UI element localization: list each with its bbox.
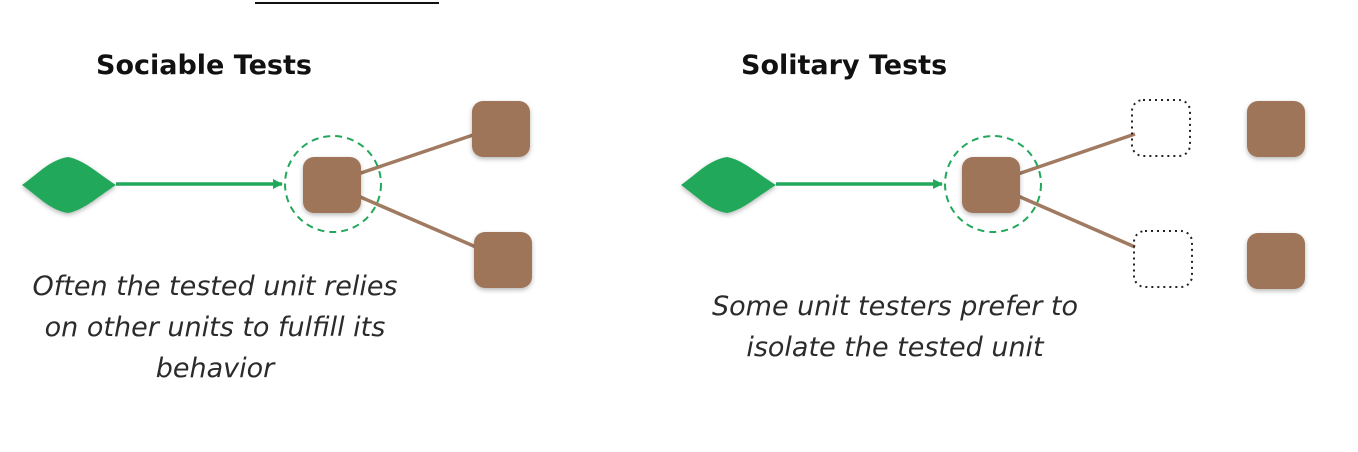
sociable-diagram	[22, 101, 532, 288]
solitary-test-double-lower	[1133, 230, 1193, 288]
solitary-test-diamond	[681, 157, 776, 213]
sociable-caption-line: behavior	[155, 353, 275, 384]
solitary-connector-lower	[1017, 194, 1136, 249]
solitary-real-collaborator-lower	[1247, 233, 1305, 289]
solitary-caption-line: Some unit testers prefer to	[711, 291, 1079, 322]
solitary-connector-upper	[1017, 132, 1136, 176]
solitary-caption: Some unit testers prefer to isolate the …	[700, 286, 1090, 368]
sociable-caption-line: Often the tested unit relies	[32, 271, 398, 302]
sociable-connector-lower	[357, 194, 477, 249]
solitary-test-double-upper	[1131, 99, 1191, 157]
solitary-real-collaborator-upper	[1247, 101, 1305, 157]
sociable-test-diamond	[22, 157, 116, 213]
sociable-caption-line: on other units to fulfill its	[44, 312, 386, 343]
sociable-connector-upper	[357, 132, 477, 176]
solitary-diagram	[681, 99, 1305, 289]
sociable-tested-unit	[303, 157, 361, 213]
solitary-tested-unit	[962, 157, 1020, 213]
solitary-caption-line: isolate the tested unit	[746, 332, 1044, 363]
sociable-collaborator-lower	[474, 232, 532, 288]
sociable-caption: Often the tested unit relies on other un…	[25, 266, 405, 389]
sociable-collaborator-upper	[472, 101, 530, 157]
